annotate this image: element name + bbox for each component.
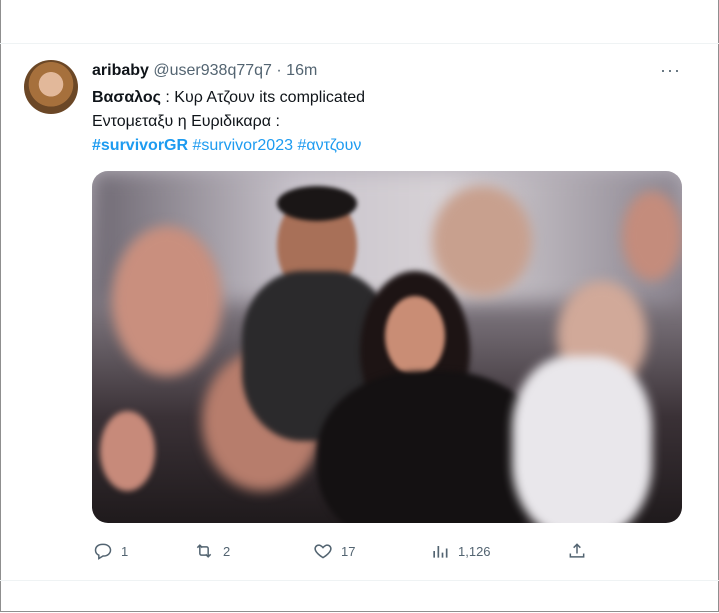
hashtag-link[interactable]: #αντζουν — [297, 137, 361, 154]
views-action[interactable]: 1,126 — [430, 541, 491, 561]
top-divider — [0, 43, 719, 44]
tweet-header: aribaby @user938q77q7 · 16m — [92, 62, 317, 80]
woman-face — [385, 296, 445, 376]
retweet-action[interactable]: 2 — [193, 541, 230, 561]
hand-gesture — [100, 411, 155, 491]
like-count: 17 — [341, 543, 356, 559]
tweet-photo[interactable] — [92, 171, 682, 523]
timestamp[interactable]: 16m — [286, 62, 317, 79]
man-hair — [277, 186, 357, 221]
tweet-text-line-2: Εντομεταξυ η Ευριδικαρα : — [92, 113, 280, 130]
heart-icon — [314, 544, 332, 559]
views-icon — [433, 546, 448, 558]
separator-dot: · — [276, 62, 282, 79]
hashtag-line: #survivorGR #survivor2023 #αντζουν — [92, 137, 361, 155]
reply-count: 1 — [121, 543, 129, 559]
tweet-text-bold: Βασαλος — [92, 89, 161, 106]
reply-icon — [94, 543, 112, 560]
reply-action[interactable]: 1 — [93, 541, 128, 561]
hashtag-link[interactable]: #survivorGR — [92, 137, 188, 154]
display-name[interactable]: aribaby — [92, 62, 149, 79]
share-icon — [569, 543, 585, 558]
user-handle[interactable]: @user938q77q7 — [153, 62, 272, 79]
bottom-divider — [0, 580, 719, 581]
share-action[interactable] — [567, 541, 587, 561]
tweet-text-rest: : Κυρ Ατζουν its complicated — [160, 89, 366, 106]
hashtag-link[interactable]: #survivor2023 — [193, 137, 294, 154]
like-action[interactable]: 17 — [313, 541, 355, 561]
more-options-icon[interactable]: ··· — [660, 60, 681, 81]
white-jacket — [512, 356, 652, 523]
view-count: 1,126 — [458, 543, 491, 559]
tweet-text-line-1: Βασαλος : Κυρ Ατζουν its complicated — [92, 89, 365, 107]
blurred-face — [622, 191, 682, 281]
blurred-face — [432, 186, 532, 296]
retweet-icon — [196, 544, 212, 558]
blurred-face — [112, 226, 222, 376]
avatar[interactable] — [24, 60, 78, 114]
retweet-count: 2 — [223, 543, 231, 559]
